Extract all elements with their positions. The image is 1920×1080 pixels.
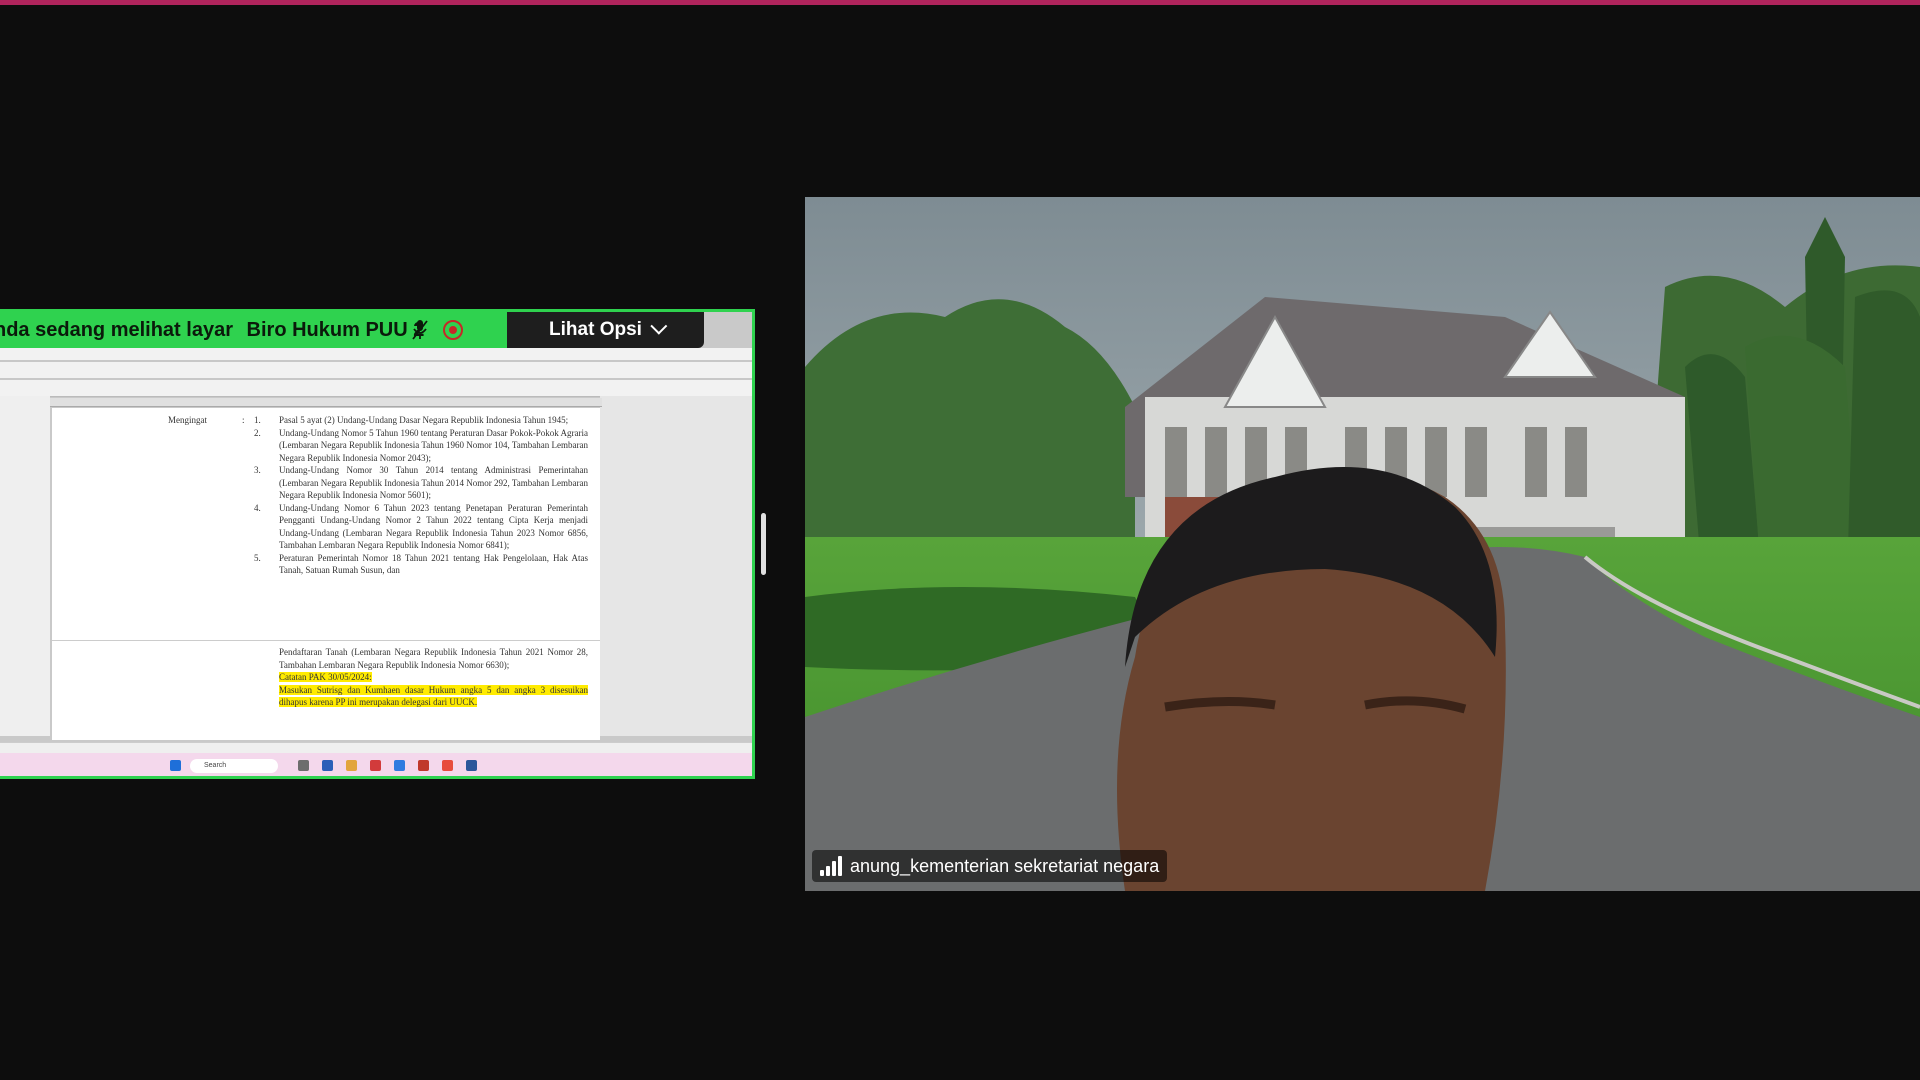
sharing-banner: nda sedang melihat layar Biro Hukum PUU … — [0, 312, 507, 348]
doc-continuation: Pendaftaran Tanah (Lembaran Negara Repub… — [279, 647, 588, 670]
app-icon — [442, 760, 453, 771]
shared-screen-panel[interactable]: Mengingat : 1. Pasal 5 ayat (2) Undang-Un… — [0, 309, 755, 779]
panel-resize-handle[interactable] — [761, 513, 766, 575]
presenter-name: Biro Hukum PUU 2 — [246, 319, 425, 341]
right-margin — [600, 396, 752, 736]
word-icon — [466, 760, 477, 771]
taskview-icon — [298, 760, 309, 771]
doc-item: 1. Pasal 5 ayat (2) Undang-Undang Dasar N… — [254, 415, 569, 425]
app-icon — [322, 760, 333, 771]
recording-icon — [443, 320, 463, 340]
taskbar-search-input: Search — [190, 759, 278, 773]
windows-start-icon — [170, 760, 181, 771]
participant-video-tile[interactable] — [805, 197, 1920, 891]
ruler — [50, 398, 602, 407]
participant-video-frame — [805, 197, 1920, 891]
participant-name: anung_kementerian sekretariat negara — [850, 855, 1160, 876]
left-margin — [0, 396, 50, 736]
pdf-icon — [418, 760, 429, 771]
top-accent-bar — [0, 0, 1920, 5]
app-icon — [394, 760, 405, 771]
view-options-button[interactable]: Lihat Opsi — [507, 312, 704, 348]
app-icon — [370, 760, 381, 771]
mic-off-icon — [412, 320, 428, 340]
view-options-label: Lihat Opsi — [549, 319, 642, 340]
participant-name-tag: anung_kementerian sekretariat negara — [812, 850, 1168, 882]
note-body: Masukan Sutrisg dan Kumhaen dasar Hukum … — [279, 684, 588, 707]
note-title: Catatan PAK 30/05/2024: — [279, 672, 372, 682]
folder-icon — [346, 760, 357, 771]
doc-item: 3. Undang-Undang Nomor 30 Tahun 2014 tent… — [254, 465, 588, 500]
doc-items: 1. Pasal 5 ayat (2) Undang-Undang Dasar N… — [254, 414, 588, 577]
doc-label: Mengingat — [168, 415, 207, 425]
doc-item: 4. Undang-Undang Nomor 6 Tahun 2023 tenta… — [254, 502, 588, 551]
doc-item: 2. Undang-Undang Nomor 5 Tahun 1960 tenta… — [254, 427, 588, 463]
word-status-bar — [0, 742, 752, 753]
page-break — [52, 640, 600, 641]
sharing-text: nda sedang melihat layar — [0, 319, 233, 341]
windows-taskbar: Search — [0, 753, 752, 776]
signal-strength-icon — [820, 856, 842, 876]
word-ribbon — [0, 348, 752, 397]
document-page: Mengingat : 1. Pasal 5 ayat (2) Undang-Un… — [52, 408, 600, 740]
chevron-down-icon — [650, 317, 668, 335]
doc-colon: : — [242, 415, 245, 425]
doc-item: 5. Peraturan Pemerintah Nomor 18 Tahun 20… — [254, 552, 588, 576]
